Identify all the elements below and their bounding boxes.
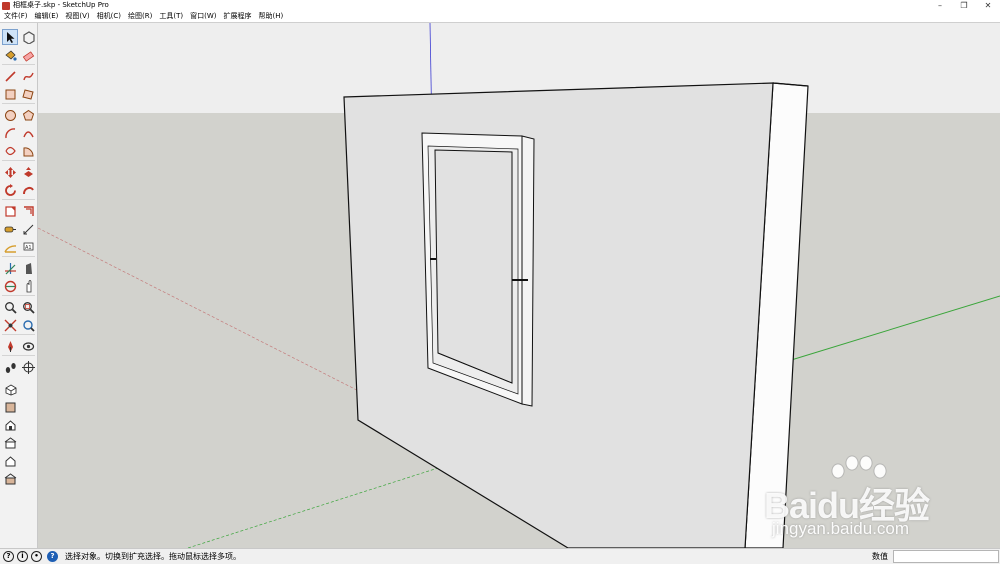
menu-tools[interactable]: 工具(T) [156,11,186,22]
orbit-icon[interactable] [2,278,18,294]
frame-side [521,135,535,407]
instructor-help-icon[interactable]: ? [47,551,58,562]
paint-bucket-icon[interactable] [2,47,18,63]
window-frame [421,132,535,407]
zoom-extents-icon[interactable] [2,317,18,333]
sketchup-app-icon [2,1,10,10]
toolbar-separator [2,355,35,356]
toolbar-separator [2,256,35,257]
offset-icon[interactable] [20,203,36,219]
watermark-url: jingyan.baidu.com [772,519,910,538]
rotated-rectangle-icon[interactable] [20,86,36,102]
geo-location-icon[interactable]: ? [3,551,14,562]
look-around-icon[interactable] [20,338,36,354]
menu-view[interactable]: 视图(V) [62,11,92,22]
menu-extensions[interactable]: 扩展程序 [220,11,254,22]
dimension-icon[interactable] [20,221,36,237]
rectangle-icon[interactable] [2,86,18,102]
frame-opening [434,149,513,384]
back-view-icon[interactable] [2,453,18,469]
large-tool-set: A1 [0,23,38,548]
circle-icon[interactable] [2,107,18,123]
measurements-input[interactable] [893,550,999,563]
polygon-icon[interactable] [20,107,36,123]
follow-me-icon[interactable] [20,182,36,198]
menu-edit[interactable]: 编辑(E) [32,11,62,22]
pan-icon[interactable] [20,278,36,294]
three-point-arc-icon[interactable] [2,143,18,159]
window-title: 相框桌子.skp - SketchUp Pro [13,1,109,9]
zoom-window-icon[interactable] [20,299,36,315]
menu-help[interactable]: 帮助(H) [255,11,286,22]
line-icon[interactable] [2,68,18,84]
right-view-icon[interactable] [2,435,18,451]
scale-icon[interactable] [2,203,18,219]
window-controls: – ❐ ✕ [928,0,1000,11]
eraser-icon[interactable] [20,47,36,63]
protractor-icon[interactable] [2,239,18,255]
menu-bar: 文件(F) 编辑(E) 视图(V) 相机(C) 绘图(R) 工具(T) 窗口(W… [0,11,1000,23]
iso-view-icon[interactable] [2,381,18,397]
toolbar-separator [2,199,35,200]
restore-button[interactable]: ❐ [952,0,976,11]
section-plane-icon[interactable] [20,359,36,375]
top-view-icon[interactable] [2,399,18,415]
toolbar-separator [2,64,35,65]
menu-draw[interactable]: 绘图(R) [125,11,155,22]
title-bar: 相框桌子.skp - SketchUp Pro – ❐ ✕ [0,0,1000,11]
walk-icon[interactable] [2,359,18,375]
select-icon[interactable] [2,29,18,45]
two-point-arc-icon[interactable] [20,125,36,141]
toolbar-separator [2,295,35,296]
measurements-label: 数值 [872,552,888,561]
front-view-icon[interactable] [2,417,18,433]
freehand-icon[interactable] [20,68,36,84]
baidu-jingyan-watermark: Baidu经验 jingyan.baidu.com [752,455,952,545]
text-icon[interactable]: A1 [20,239,36,255]
previous-view-icon[interactable] [20,317,36,333]
position-camera-icon[interactable] [2,338,18,354]
pie-icon[interactable] [20,143,36,159]
tape-measure-icon[interactable] [2,221,18,237]
zoom-icon[interactable] [2,299,18,315]
move-icon[interactable] [2,164,18,180]
user-account-icon[interactable]: • [31,551,42,562]
toolbar-separator [2,160,35,161]
make-component-icon[interactable] [20,29,36,45]
status-bar: ? i • ? 选择对象。切换到扩充选择。拖动鼠标选择多项。 数值 [0,548,1000,564]
status-message: 选择对象。切换到扩充选择。拖动鼠标选择多项。 [65,552,241,561]
axes-icon[interactable] [2,260,18,276]
push-pull-icon[interactable] [20,164,36,180]
left-view-icon[interactable] [2,471,18,487]
menu-window[interactable]: 窗口(W) [187,11,219,22]
3d-text-icon[interactable] [20,260,36,276]
toolbar-separator [2,103,35,104]
menu-file[interactable]: 文件(F) [1,11,31,22]
credits-icon[interactable]: i [17,551,28,562]
menu-camera[interactable]: 相机(C) [94,11,124,22]
rotate-icon[interactable] [2,182,18,198]
close-button[interactable]: ✕ [976,0,1000,11]
minimize-button[interactable]: – [928,0,952,11]
svg-text:A1: A1 [25,245,32,251]
arc-icon[interactable] [2,125,18,141]
toolbar-separator [2,334,35,335]
